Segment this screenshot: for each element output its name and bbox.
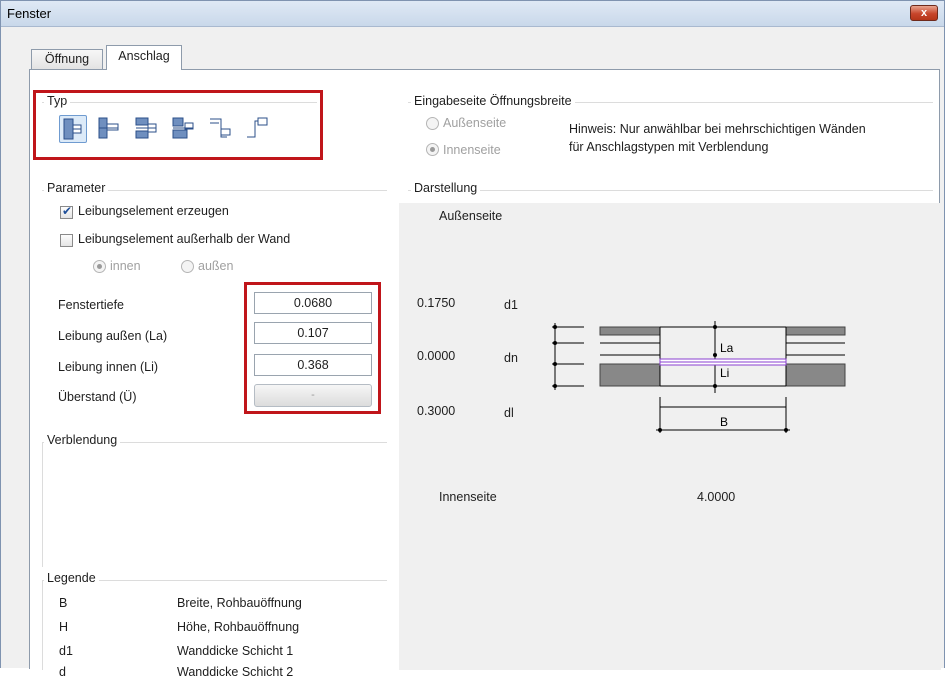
tab-anschlag-label: Anschlag <box>118 49 170 63</box>
diagram-label-b: B <box>720 415 728 429</box>
anschlag-diagram: La Li B <box>552 321 846 433</box>
legend-desc: Wanddicke Schicht 2 <box>177 665 294 679</box>
darstellung-group-title: Darstellung <box>411 181 481 195</box>
ueberstand-label: Überstand (Ü) <box>58 390 137 404</box>
fenstertiefe-label: Fenstertiefe <box>58 298 125 312</box>
d1-symbol: d1 <box>504 298 518 312</box>
dl-symbol: dl <box>504 406 514 420</box>
tab-anschlag[interactable]: Anschlag <box>106 45 182 70</box>
width-value: 4.0000 <box>697 490 736 504</box>
eingabeseite-group-title: Eingabeseite Öffnungsbreite <box>411 94 575 108</box>
darstellung-group-border <box>408 190 933 191</box>
close-button[interactable]: x <box>910 5 938 21</box>
diagram-label-la: La <box>720 341 734 355</box>
leibungselement-erzeugen-checkbox[interactable] <box>60 204 73 219</box>
close-icon: x <box>920 7 928 19</box>
legend-desc: Breite, Rohbauöffnung <box>177 596 302 610</box>
legende-group-title: Legende <box>44 571 99 585</box>
hint-text-line-1: Hinweis: Nur anwählbar bei mehrschichtig… <box>569 122 866 136</box>
radio-innen-label: innen <box>110 259 141 273</box>
tab-panel-anschlag: Typ Eingabeseite Öffnungsbreite Außensei… <box>29 69 941 679</box>
radio-aussen[interactable] <box>181 260 194 273</box>
innenseite-label: Innenseite <box>439 490 497 504</box>
leibung-aussen-label: Leibung außen (La) <box>58 329 168 343</box>
dl-value: 0.3000 <box>417 404 456 418</box>
leibungselement-erzeugen-label: Leibungselement erzeugen <box>78 204 229 218</box>
legende-group-left-border <box>42 580 43 670</box>
leibungselement-ausserhalb-label: Leibungselement außerhalb der Wand <box>78 232 291 246</box>
leibung-innen-label: Leibung innen (Li) <box>58 360 159 374</box>
legend-desc: Wanddicke Schicht 1 <box>177 644 294 658</box>
dn-value: 0.0000 <box>417 349 456 363</box>
radio-innen[interactable] <box>93 260 106 273</box>
dialog-window: Fenster x Öffnung Anschlag Typ Eingabese… <box>0 0 945 679</box>
radio-innenseite-label: Innenseite <box>443 143 501 157</box>
dn-symbol: dn <box>504 351 518 365</box>
window-title: Fenster <box>7 6 52 21</box>
radio-aussen-label: außen <box>198 259 234 273</box>
radio-aussenseite-label: Außenseite <box>443 116 507 130</box>
aussenseite-label: Außenseite <box>439 209 503 223</box>
legend-key: B <box>59 596 68 610</box>
typ-highlight-box <box>33 90 323 160</box>
hint-text-line-2: für Anschlagstypen mit Verblendung <box>569 140 769 154</box>
radio-innenseite[interactable] <box>426 143 439 156</box>
parameter-group-title: Parameter <box>44 181 109 195</box>
diagram-label-li: Li <box>720 366 729 380</box>
legend-key: H <box>59 620 69 634</box>
radio-aussenseite[interactable] <box>426 117 439 130</box>
d1-value: 0.1750 <box>417 296 456 310</box>
verblendung-group-left-border <box>42 442 43 567</box>
verblendung-group-title: Verblendung <box>44 433 121 447</box>
leibungselement-ausserhalb-checkbox[interactable] <box>60 234 73 247</box>
tab-oeffnung[interactable]: Öffnung <box>31 49 103 69</box>
legend-key: d <box>59 665 66 679</box>
tab-oeffnung-label: Öffnung <box>44 52 90 66</box>
legend-key: d1 <box>59 644 73 658</box>
legend-desc: Höhe, Rohbauöffnung <box>177 620 300 634</box>
title-bar[interactable]: Fenster x <box>1 1 944 27</box>
parameter-highlight-box <box>244 282 381 414</box>
